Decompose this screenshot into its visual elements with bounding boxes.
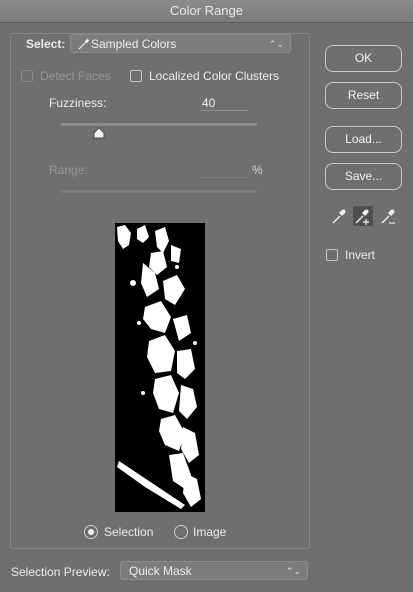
range-unit: % xyxy=(252,163,263,177)
image-radio[interactable] xyxy=(174,525,188,539)
fuzziness-input[interactable]: 40 xyxy=(200,95,248,111)
mask-preview-graphic xyxy=(117,225,201,509)
range-slider-track[interactable] xyxy=(61,190,257,193)
invert-checkbox[interactable] xyxy=(326,249,338,261)
selection-preview-image xyxy=(115,223,205,512)
eyedropper-minus-icon[interactable] xyxy=(379,206,399,226)
reset-button[interactable]: Reset xyxy=(325,82,402,109)
select-value: Sampled Colors xyxy=(91,37,177,51)
detect-faces-checkbox[interactable] xyxy=(21,70,33,82)
select-label: Select: xyxy=(26,37,66,51)
save-button[interactable]: Save... xyxy=(325,163,402,190)
load-button[interactable]: Load... xyxy=(325,126,402,153)
selection-preview-dropdown[interactable]: Quick Mask ⌃⌄ xyxy=(120,561,308,580)
window-title: Color Range xyxy=(0,0,413,23)
invert-label: Invert xyxy=(345,248,376,262)
image-radio-label: Image xyxy=(193,525,227,539)
selection-preview-value: Quick Mask xyxy=(129,564,192,578)
chevron-updown-icon: ⌃⌄ xyxy=(285,566,301,576)
selection-radio[interactable] xyxy=(84,525,98,539)
selection-radio-label: Selection xyxy=(104,525,154,539)
select-dropdown[interactable]: Sampled Colors ⌃⌄ xyxy=(70,34,291,53)
detect-faces-label: Detect Faces xyxy=(40,69,111,83)
eyedropper-icon xyxy=(78,39,89,50)
eyedropper-icon[interactable] xyxy=(329,206,349,226)
fuzziness-slider-track[interactable] xyxy=(61,123,257,126)
eyedropper-plus-icon[interactable] xyxy=(353,206,373,226)
ok-button[interactable]: OK xyxy=(325,45,402,72)
range-label: Range: xyxy=(49,163,88,177)
fuzziness-slider-thumb[interactable] xyxy=(93,127,105,139)
fuzziness-label: Fuzziness: xyxy=(49,96,107,110)
localized-clusters-label: Localized Color Clusters xyxy=(149,69,280,83)
selection-preview-label: Selection Preview: xyxy=(11,565,110,579)
chevron-updown-icon: ⌃⌄ xyxy=(268,39,284,49)
range-input[interactable] xyxy=(200,162,248,178)
localized-clusters-checkbox[interactable] xyxy=(130,70,142,82)
